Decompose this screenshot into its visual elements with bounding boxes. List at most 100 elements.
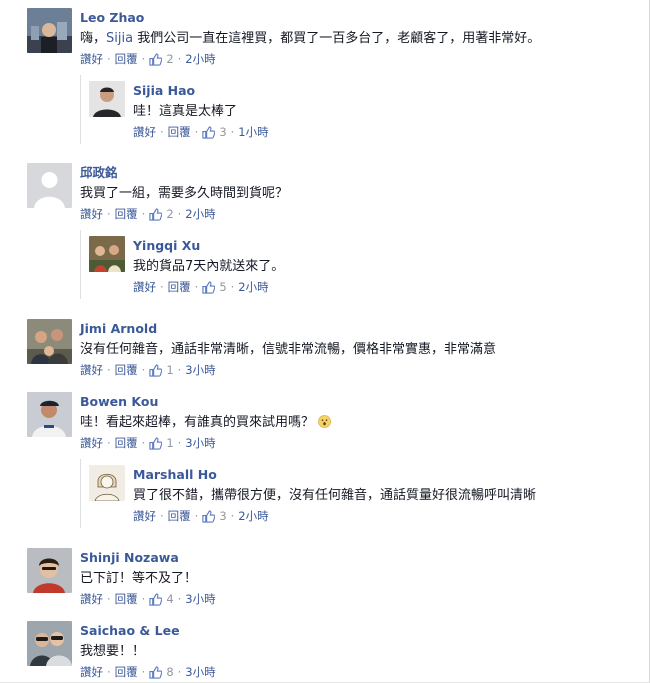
- comment-actions: 讚好 · 回覆 · 3 · 1小時: [133, 124, 269, 140]
- comment-actions: 讚好 · 回覆 · 1 · 3小時: [80, 362, 496, 378]
- comment-text: 哇！看起來超棒，有誰真的買來試用嗎？: [80, 413, 331, 432]
- separator: ·: [177, 363, 182, 377]
- comment-saichao-lee: Saichao & Lee 我想要！！ 讚好 · 回覆 · 8 · 3小時: [27, 621, 216, 680]
- avatar[interactable]: [89, 465, 125, 501]
- separator: ·: [194, 280, 199, 294]
- comment-qiu-zhengming: 邱政銘 我買了一組，需要多久時間到貨呢？ 讚好 · 回覆 · 2 · 2小時: [27, 163, 288, 222]
- reply-button[interactable]: 回覆: [115, 664, 138, 680]
- avatar[interactable]: [27, 392, 72, 437]
- comment-actions: 讚好 · 回覆 · 1 · 3小時: [80, 435, 331, 451]
- separator: ·: [107, 207, 111, 221]
- separator: ·: [141, 207, 146, 221]
- separator: ·: [194, 125, 199, 139]
- comment-text: 沒有任何雜音，通話非常清晰，信號非常流暢，價格非常實惠，非常滿意: [80, 342, 497, 357]
- like-button[interactable]: 讚好: [80, 51, 103, 67]
- comment-text: 嗨，Sijia 我們公司一直在這裡買，都買了一百多台了，老顧客了，用著非常好。: [80, 29, 540, 48]
- reply-yingqi-xu: Yingqi Xu 我的貨品7天內就送來了。 讚好 · 回覆 · 5 · 2小時: [89, 236, 284, 295]
- avatar[interactable]: [27, 621, 72, 666]
- commenter-name[interactable]: Shinji Nozawa: [80, 550, 216, 566]
- mention-link[interactable]: Sijia: [106, 31, 133, 46]
- like-button[interactable]: 讚好: [133, 124, 156, 140]
- avatar[interactable]: [27, 319, 72, 364]
- reply-marshall-ho: Marshall Ho 買了很不錯，攜帶很方便，沒有任何雜音，通話質量好很流暢呼…: [89, 465, 536, 524]
- comment-text: 我想要！！: [80, 644, 146, 659]
- timestamp[interactable]: 3小時: [185, 435, 215, 451]
- separator: ·: [177, 436, 182, 450]
- reply-button[interactable]: 回覆: [115, 51, 138, 67]
- like-count: 4: [166, 592, 174, 606]
- separator: ·: [230, 125, 235, 139]
- surprised-face-icon: [318, 415, 331, 428]
- timestamp[interactable]: 2小時: [238, 279, 268, 295]
- timestamp[interactable]: 3小時: [185, 591, 215, 607]
- like-count: 8: [166, 665, 174, 679]
- comment-thread: Leo Zhao 嗨，Sijia 我們公司一直在這裡買，都買了一百多台了，老顧客…: [0, 0, 650, 683]
- comment-jimi-arnold: Jimi Arnold 沒有任何雜音，通話非常清晰，信號非常流暢，價格非常實惠，…: [27, 319, 496, 378]
- comment-bowen-kou: Bowen Kou 哇！看起來超棒，有誰真的買來試用嗎？ 讚好 · 回覆 · 1 · …: [27, 392, 331, 451]
- separator: ·: [177, 592, 182, 606]
- comment-actions: 讚好 · 回覆 · 5 · 2小時: [133, 279, 284, 295]
- commenter-name[interactable]: Saichao & Lee: [80, 623, 216, 639]
- thumbs-up-icon: [149, 363, 163, 377]
- like-button[interactable]: 讚好: [80, 591, 103, 607]
- separator: ·: [160, 125, 164, 139]
- commenter-name[interactable]: Bowen Kou: [80, 394, 331, 410]
- like-button[interactable]: 讚好: [80, 362, 103, 378]
- like-count: 3: [219, 125, 227, 139]
- comment-text: 哇！這真是太棒了: [133, 104, 238, 119]
- reply-button[interactable]: 回覆: [115, 206, 138, 222]
- separator: ·: [107, 52, 111, 66]
- like-button[interactable]: 讚好: [80, 435, 103, 451]
- like-count: 1: [166, 363, 174, 377]
- reply-button[interactable]: 回覆: [115, 435, 138, 451]
- like-button[interactable]: 讚好: [80, 664, 103, 680]
- reply-button[interactable]: 回覆: [168, 508, 191, 524]
- avatar[interactable]: [27, 8, 72, 53]
- comment-actions: 讚好 · 回覆 · 8 · 3小時: [80, 664, 216, 680]
- reply-button[interactable]: 回覆: [115, 362, 138, 378]
- avatar[interactable]: [89, 81, 125, 117]
- timestamp[interactable]: 2小時: [185, 206, 215, 222]
- comment-text: 買了很不錯，攜帶很方便，沒有任何雜音，通話質量好很流暢呼叫清晰: [133, 488, 537, 503]
- separator: ·: [107, 436, 111, 450]
- like-button[interactable]: 讚好: [133, 279, 156, 295]
- timestamp[interactable]: 2小時: [238, 508, 268, 524]
- comment-text: 我買了一組，需要多久時間到貨呢？: [80, 186, 289, 201]
- commenter-name[interactable]: Sijia Hao: [133, 83, 269, 99]
- timestamp[interactable]: 3小時: [185, 664, 215, 680]
- commenter-name[interactable]: Marshall Ho: [133, 467, 536, 483]
- avatar[interactable]: [27, 163, 72, 208]
- comment-actions: 讚好 · 回覆 · 2 · 2小時: [80, 206, 288, 222]
- separator: ·: [160, 280, 164, 294]
- separator: ·: [107, 592, 111, 606]
- timestamp[interactable]: 2小時: [185, 51, 215, 67]
- comment-actions: 讚好 · 回覆 · 2 · 2小時: [80, 51, 540, 67]
- thumbs-up-icon: [149, 207, 163, 221]
- thumbs-up-icon: [149, 592, 163, 606]
- commenter-name[interactable]: Jimi Arnold: [80, 321, 496, 337]
- comment-actions: 讚好 · 回覆 · 3 · 2小時: [133, 508, 536, 524]
- commenter-name[interactable]: Leo Zhao: [80, 10, 540, 26]
- reply-button[interactable]: 回覆: [115, 591, 138, 607]
- avatar[interactable]: [89, 236, 125, 272]
- like-button[interactable]: 讚好: [133, 508, 156, 524]
- thumbs-up-icon: [149, 52, 163, 66]
- timestamp[interactable]: 1小時: [238, 124, 268, 140]
- commenter-name[interactable]: 邱政銘: [80, 165, 288, 181]
- reply-sijia-hao: Sijia Hao 哇！這真是太棒了 讚好 · 回覆 · 3 · 1小時: [89, 81, 269, 140]
- separator: ·: [141, 436, 146, 450]
- separator: ·: [107, 363, 111, 377]
- thumbs-up-icon: [149, 665, 163, 679]
- avatar[interactable]: [27, 548, 72, 593]
- reply-button[interactable]: 回覆: [168, 124, 191, 140]
- comment-text: 我的貨品7天內就送來了。: [133, 259, 285, 274]
- timestamp[interactable]: 3小時: [185, 362, 215, 378]
- separator: ·: [141, 52, 146, 66]
- commenter-name[interactable]: Yingqi Xu: [133, 238, 284, 254]
- like-button[interactable]: 讚好: [80, 206, 103, 222]
- separator: ·: [107, 665, 111, 679]
- comment-text-prefix: 嗨，: [80, 31, 107, 46]
- like-count: 2: [166, 207, 174, 221]
- separator: ·: [230, 509, 235, 523]
- reply-button[interactable]: 回覆: [168, 279, 191, 295]
